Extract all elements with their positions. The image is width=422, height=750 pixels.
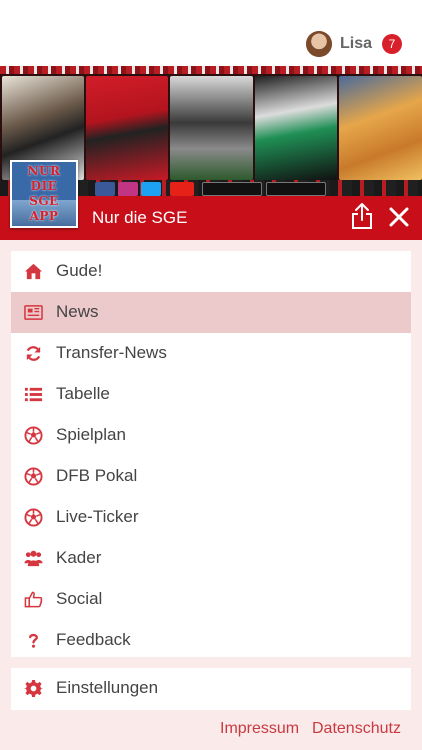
twitter-icon [141,182,161,196]
nav-menu: Gude! News Transfer-News Tabelle Spielpl… [11,251,411,657]
question-icon [29,633,38,648]
menu-item-social[interactable]: Social [11,579,411,620]
gear-icon [24,679,43,698]
notification-badge[interactable]: 7 [382,34,402,54]
youtube-icon [170,182,194,196]
menu-item-news[interactable]: News [11,292,411,333]
home-icon [24,263,43,280]
menu-item-einstellungen[interactable]: Einstellungen [11,668,411,710]
username[interactable]: Lisa [340,35,372,53]
users-icon [24,550,43,567]
user-profile[interactable]: Lisa 7 [305,30,402,58]
avatar[interactable] [305,31,332,57]
top-bar: Lisa 7 [0,0,422,66]
menu-item-feedback[interactable]: Feedback [11,620,411,661]
banner-photo [255,76,337,180]
header-title: Nur die SGE [92,208,188,227]
app-header: NUR DIE SGE APP Nur die SGE [0,160,422,240]
menu-item-kader[interactable]: Kader [11,538,411,579]
menu-item-gude[interactable]: Gude! [11,251,411,292]
thumbs-up-icon [24,591,43,608]
menu-item-transfer-news[interactable]: Transfer-News [11,333,411,374]
banner-photo [86,76,168,180]
menu-item-live-ticker[interactable]: Live-Ticker [11,497,411,538]
app-store-badge [202,182,262,196]
menu-item-dfb-pokal[interactable]: DFB Pokal [11,456,411,497]
banner-photo [339,76,422,180]
soccer-ball-icon [24,467,43,486]
close-icon[interactable] [388,206,410,228]
refresh-icon [26,346,41,361]
datenschutz-link[interactable]: Datenschutz [312,720,401,738]
menu-item-tabelle[interactable]: Tabelle [11,374,411,415]
app-logo: NUR DIE SGE APP [10,160,78,228]
list-icon [24,387,43,402]
facebook-icon [95,182,115,196]
instagram-icon [118,182,138,196]
share-icon[interactable] [350,202,374,230]
banner-photo [170,76,253,180]
menu-item-spielplan[interactable]: Spielplan [11,415,411,456]
soccer-ball-icon [24,426,43,445]
google-play-badge [266,182,326,196]
soccer-ball-icon [24,508,43,527]
newspaper-icon [24,305,43,320]
impressum-link[interactable]: Impressum [220,720,299,738]
